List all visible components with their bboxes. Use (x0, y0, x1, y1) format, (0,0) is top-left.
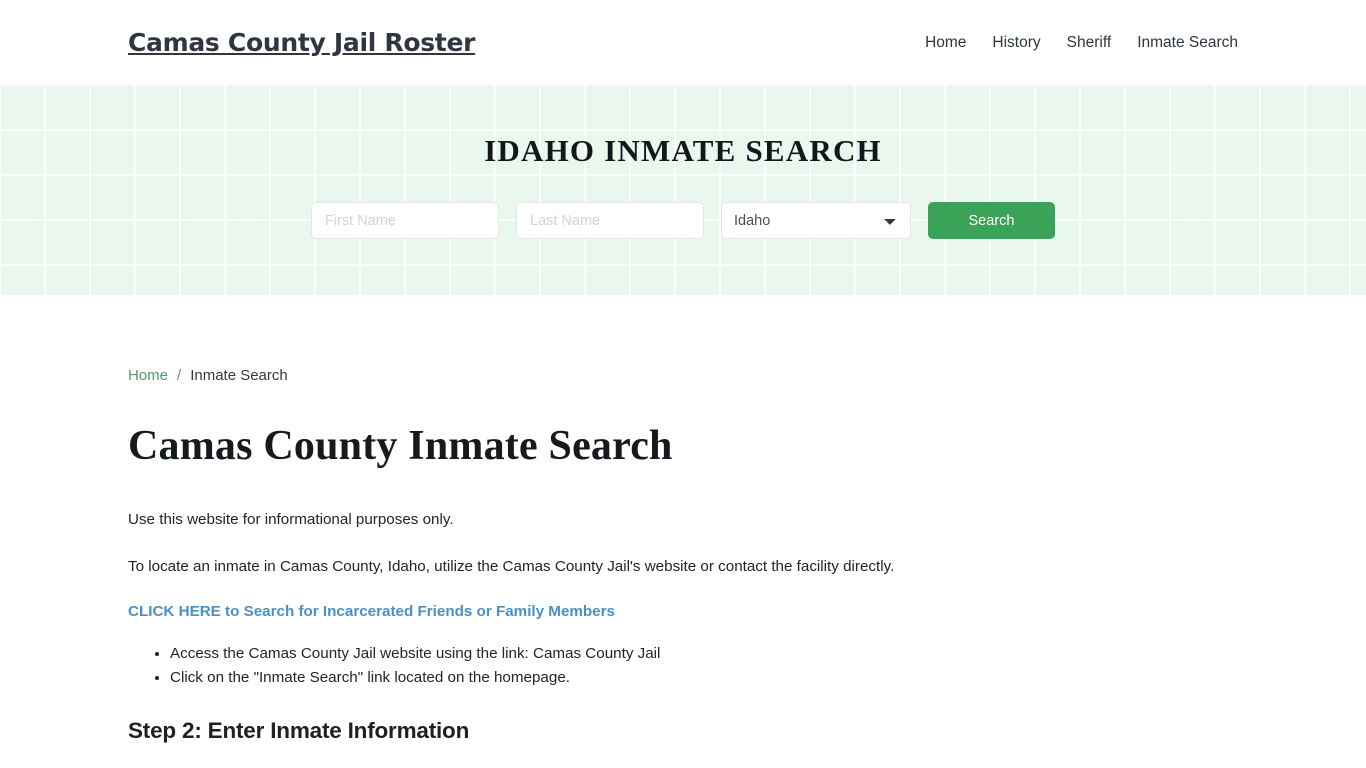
breadcrumb-home-link[interactable]: Home (128, 367, 168, 384)
hero-title: IDAHO INMATE SEARCH (484, 133, 882, 168)
nav-item-sheriff[interactable]: Sheriff (1054, 26, 1125, 60)
nav-item-history[interactable]: History (979, 26, 1053, 60)
last-name-input[interactable] (516, 202, 704, 239)
intro-paragraph-1: Use this website for informational purpo… (128, 511, 454, 528)
nav-item-home[interactable]: Home (912, 26, 979, 60)
search-button[interactable]: Search (928, 202, 1055, 239)
list-item: Click on the "Inmate Search" link locate… (170, 666, 1238, 691)
list-item: Access the Camas County Jail website usi… (170, 642, 1238, 667)
page-title: Camas County Inmate Search (128, 423, 673, 469)
step-2-heading: Step 2: Enter Inmate Information (128, 718, 470, 744)
breadcrumb-current: Inmate Search (190, 367, 288, 384)
hero-search-section: IDAHO INMATE SEARCH Idaho Search (0, 85, 1366, 295)
intro-paragraph-2: To locate an inmate in Camas County, Ida… (128, 557, 895, 575)
first-name-input[interactable] (311, 202, 499, 239)
nav-item-inmate-search[interactable]: Inmate Search (1124, 26, 1238, 60)
inmate-search-form: Idaho Search (311, 202, 1055, 239)
site-brand[interactable]: Camas County Jail Roster (128, 28, 475, 57)
cta-search-link[interactable]: CLICK HERE to Search for Incarcerated Fr… (128, 603, 1238, 620)
main-navigation: Home History Sheriff Inmate Search (912, 26, 1238, 60)
site-header: Camas County Jail Roster Home History Sh… (0, 0, 1366, 85)
step-1-bullet-list: Access the Camas County Jail website usi… (128, 642, 1238, 692)
state-select[interactable]: Idaho (721, 202, 911, 239)
breadcrumb: Home / Inmate Search (128, 295, 1238, 384)
main-content: Home / Inmate Search Camas County Inmate… (0, 295, 1366, 768)
breadcrumb-separator: / (177, 367, 182, 384)
